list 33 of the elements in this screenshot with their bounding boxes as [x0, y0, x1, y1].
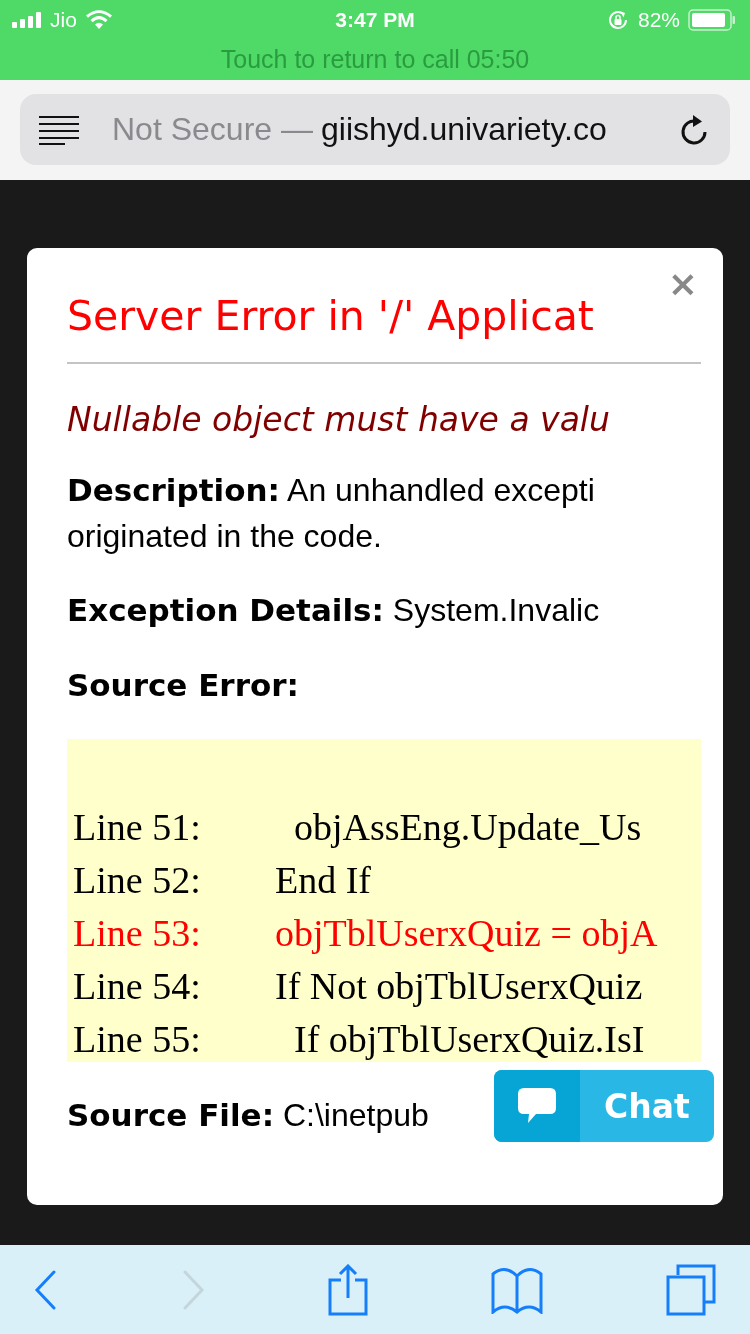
source-file-text: Source File: C:\inetpub	[67, 1096, 429, 1135]
line-number: Line 53:	[73, 911, 202, 956]
code-line: objAssEng.Update_Us	[293, 805, 642, 850]
call-banner[interactable]: Touch to return to call 05:50	[220, 40, 530, 78]
signal-icon	[12, 12, 42, 28]
clock-time: 3:47 PM	[335, 8, 415, 32]
code-line: End If	[275, 858, 372, 903]
security-label: Not Secure —	[112, 111, 313, 148]
share-icon[interactable]	[328, 1263, 368, 1316]
wifi-icon	[84, 10, 113, 30]
close-button[interactable]: ×	[667, 266, 698, 302]
code-line: If objTblUserxQuiz.IsI	[293, 1017, 645, 1062]
reader-icon[interactable]	[38, 114, 80, 145]
description-text: Description: An unhandled excepti originated in the code.	[67, 471, 596, 556]
line-number: Line 51:	[73, 805, 202, 850]
error-title: Server Error in '/' Applicat	[67, 292, 594, 340]
tabs-icon[interactable]	[666, 1263, 716, 1316]
back-icon[interactable]	[34, 1269, 58, 1310]
line-number: Line 52:	[73, 858, 202, 903]
carrier-name: Jio	[50, 8, 77, 32]
error-message: Nullable object must have a valu	[67, 400, 610, 439]
line-number: Line 55:	[73, 1017, 202, 1062]
source-error-heading: Source Error:	[67, 667, 299, 703]
address-bar[interactable]: Not Secure — giishyd.univariety.co	[20, 94, 730, 165]
code-line: If Not objTblUserxQuiz	[275, 964, 643, 1009]
bookmarks-icon[interactable]	[491, 1265, 543, 1314]
code-line: objTblUserxQuiz = objA	[275, 911, 658, 956]
domain-text: giishyd.univariety.co	[320, 111, 607, 148]
chat-button[interactable]: Chat	[494, 1070, 714, 1142]
battery-percent: 82%	[637, 8, 680, 32]
line-number: Line 54:	[73, 964, 202, 1009]
battery-icon	[688, 9, 736, 31]
exception-details-text: Exception Details: System.Invalic	[67, 591, 601, 630]
